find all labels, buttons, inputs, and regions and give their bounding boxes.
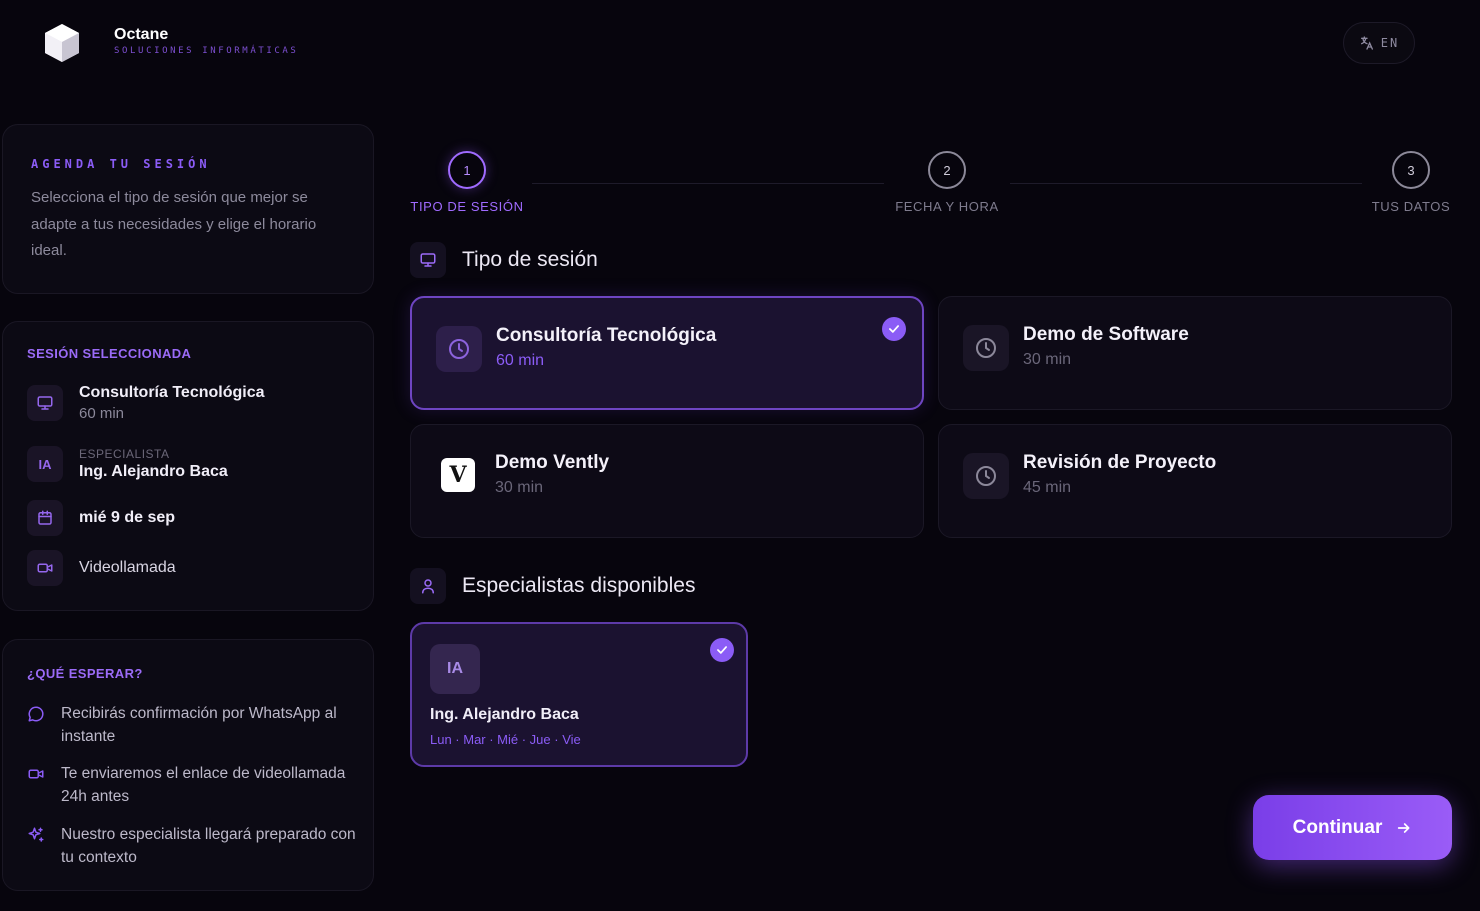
what-to-expect-card: ¿QUÉ ESPERAR? Recibirás confirmación por… <box>2 639 374 891</box>
clock-icon <box>963 325 1009 371</box>
intro-title: AGENDA TU SESIÓN <box>31 157 211 171</box>
arrow-right-icon <box>1398 822 1410 833</box>
session-option-demo-software[interactable]: Demo de Software 30 min <box>938 296 1452 410</box>
step-label: TIPO DE SESIÓN <box>410 199 524 214</box>
section-title-text: Tipo de sesión <box>462 248 598 271</box>
step-label: TUS DATOS <box>1371 199 1451 214</box>
expect-item-text: Te enviaremos el enlace de videollamada … <box>61 765 346 805</box>
expect-item: Nuestro especialista llegará preparado c… <box>27 823 357 869</box>
specialist-label: ESPECIALISTA <box>79 447 170 461</box>
summary-date-row: mié 9 de sep <box>27 500 175 536</box>
continue-label: Continuar <box>1292 816 1383 838</box>
language-label: EN <box>1380 36 1400 50</box>
step-3[interactable]: 3 TUS DATOS <box>1369 151 1453 214</box>
chat-bubble-icon <box>28 706 44 722</box>
session-option-duration: 30 min <box>1023 351 1072 368</box>
summary-session-name: Consultoría Tecnológica <box>79 384 265 401</box>
expect-item: Te enviaremos el enlace de videollamada … <box>27 762 357 808</box>
expect-item-text: Nuestro especialista llegará preparado c… <box>61 826 356 866</box>
step-number: 3 <box>1392 151 1430 189</box>
specialist-availability: Lun · Mar · Mié · Jue · Vie <box>430 732 581 747</box>
summary-mode-row: Videollamada <box>27 550 176 586</box>
summary-heading: SESIÓN SELECCIONADA <box>27 346 192 361</box>
selected-session-summary: SESIÓN SELECCIONADA Consultoría Tecnológ… <box>2 321 374 611</box>
session-option-demo-vently[interactable]: V Demo Vently 30 min <box>410 424 924 538</box>
step-2[interactable]: 2 FECHA Y HORA <box>893 151 1001 214</box>
summary-mode: Videollamada <box>79 559 176 576</box>
check-icon <box>882 317 906 341</box>
clock-icon <box>963 453 1009 499</box>
expect-item-text: Recibirás confirmación por WhatsApp al i… <box>61 705 337 745</box>
session-option-consultoria[interactable]: Consultoría Tecnológica 60 min <box>410 296 924 410</box>
expect-item: Recibirás confirmación por WhatsApp al i… <box>27 702 357 748</box>
session-option-revision-proyecto[interactable]: Revisión de Proyecto 45 min <box>938 424 1452 538</box>
specialist-avatar: IA <box>27 446 63 482</box>
session-option-name: Consultoría Tecnológica <box>496 325 717 346</box>
continue-button[interactable]: Continuar <box>1253 795 1452 860</box>
calendar-icon <box>27 500 63 536</box>
summary-date: mié 9 de sep <box>79 509 176 526</box>
stepper-connector <box>532 183 884 184</box>
summary-session-row: Consultoría Tecnológica 60 min <box>27 384 265 422</box>
session-option-name: Demo de Software <box>1023 324 1189 345</box>
translate-icon <box>1360 36 1373 50</box>
avatar: IA <box>430 644 480 694</box>
session-option-name: Demo Vently <box>495 452 610 473</box>
specialists-section-title: Especialistas disponibles <box>410 568 695 604</box>
session-option-duration: 45 min <box>1023 479 1072 496</box>
monitor-icon <box>410 242 446 278</box>
intro-text: Selecciona el tipo de sesión que mejor s… <box>31 189 317 259</box>
monitor-icon <box>27 385 63 421</box>
vently-logo: V <box>441 458 475 492</box>
session-type-section-title: Tipo de sesión <box>410 242 598 278</box>
step-label: FECHA Y HORA <box>895 199 999 214</box>
clock-icon <box>436 326 482 372</box>
video-camera-icon <box>28 769 44 779</box>
hexagon-cube-logo[interactable] <box>42 22 82 64</box>
section-title-text: Especialistas disponibles <box>462 574 696 597</box>
step-1[interactable]: 1 TIPO DE SESIÓN <box>410 151 524 214</box>
summary-session-duration: 60 min <box>79 405 125 422</box>
sparkles-icon <box>28 827 44 842</box>
intro-card: AGENDA TU SESIÓN Selecciona el tipo de s… <box>2 124 374 294</box>
specialist-name: Ing. Alejandro Baca <box>430 706 579 723</box>
specialist-card[interactable]: IA Ing. Alejandro Baca Lun · Mar · Mié ·… <box>410 622 748 767</box>
expect-heading: ¿QUÉ ESPERAR? <box>27 666 143 681</box>
brand-subtitle: SOLUCIONES INFORMÁTICAS <box>114 46 299 56</box>
stepper-connector <box>1010 183 1362 184</box>
step-number: 1 <box>448 151 486 189</box>
language-toggle-button[interactable]: EN <box>1343 22 1415 64</box>
video-camera-icon <box>27 550 63 586</box>
session-option-duration: 30 min <box>495 479 544 496</box>
session-option-duration: 60 min <box>496 352 545 369</box>
user-icon <box>410 568 446 604</box>
summary-specialist-row: IA ESPECIALISTA Ing. Alejandro Baca <box>27 446 228 482</box>
session-option-name: Revisión de Proyecto <box>1023 452 1217 473</box>
header: Octane SOLUCIONES INFORMÁTICAS EN <box>0 0 1480 90</box>
summary-specialist-name: Ing. Alejandro Baca <box>79 463 228 480</box>
check-icon <box>710 638 734 662</box>
brand-name: Octane <box>114 26 169 43</box>
step-number: 2 <box>928 151 966 189</box>
